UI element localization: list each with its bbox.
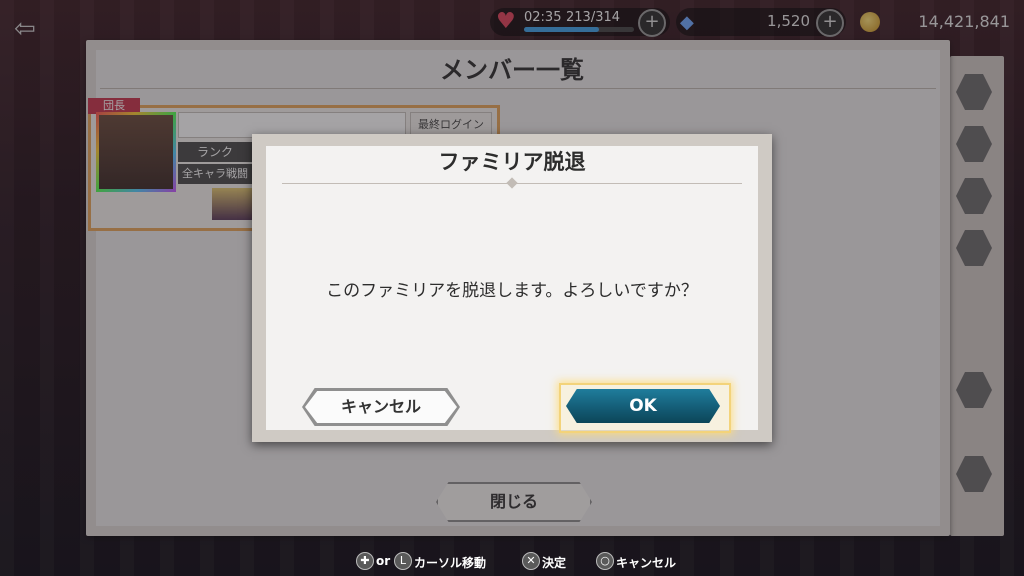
circle-button-icon: ○ (596, 552, 614, 570)
ok-button[interactable]: OK (566, 389, 720, 423)
dpad-icon: ✚ (356, 552, 374, 570)
cancel-button[interactable]: キャンセル (305, 391, 457, 423)
stick-icon: L (394, 552, 412, 570)
dialog-title: ファミリア脱退 (438, 150, 586, 174)
cursor-move-label: カーソル移動 (414, 556, 487, 570)
dialog-message: このファミリアを脱退します。よろしいですか？ (326, 281, 698, 301)
or-label: or (376, 554, 391, 568)
cross-button-icon: ✕ (522, 552, 540, 570)
controls-footer: ✚ or L カーソル移動 ✕ 決定 ○ キャンセル (0, 548, 1024, 576)
footer-cancel-label: キャンセル (616, 556, 677, 570)
confirm-label: 決定 (542, 556, 567, 570)
